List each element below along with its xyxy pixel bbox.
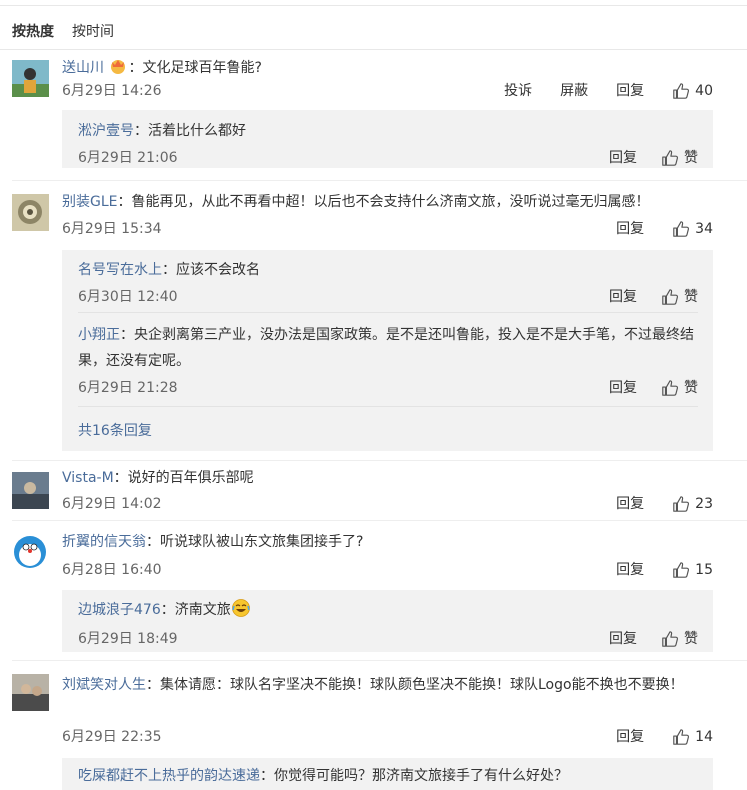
reply-box: 淞沪壹号：活着比什么都好 6月29日 21:06 回复 赞 <box>62 110 713 168</box>
reply-item: 小翔正：央企剥离第三产业，没办法是国家政策。是不是还叫鲁能，投入是不是大手笔，不… <box>78 327 698 396</box>
username[interactable]: 刘斌笑对人生 <box>62 677 146 693</box>
username[interactable]: 送山川 <box>62 60 104 76</box>
username[interactable]: 折翼的信天翁 <box>62 534 146 550</box>
like-button[interactable]: 40 <box>672 81 713 101</box>
comment-time: 6月29日 14:02 <box>62 496 162 512</box>
reply-divider <box>78 312 698 313</box>
reply-button[interactable]: 回复 <box>616 560 644 580</box>
like-button[interactable]: 赞 <box>661 148 698 168</box>
thumbs-up-icon <box>673 729 690 745</box>
thumbs-up-icon <box>662 380 679 396</box>
like-button[interactable]: 赞 <box>661 629 698 649</box>
comment-text: 别装GLE：鲁能再见，从此不再看中超！以后也不会支持什么济南文旅，没听说过毫无归… <box>62 194 650 210</box>
reply-username[interactable]: 名号写在水上 <box>78 262 162 278</box>
comment-text: 折翼的信天翁：听说球队被山东文旅集团接手了? <box>62 534 364 550</box>
like-count: 14 <box>695 729 713 745</box>
laughing-emoji-icon <box>231 599 251 618</box>
username[interactable]: Vista-M <box>62 470 114 486</box>
reply-time: 6月30日 12:40 <box>78 289 178 305</box>
reply-username[interactable]: 淞沪壹号 <box>78 123 134 139</box>
comment-time: 6月29日 22:35 <box>62 729 162 745</box>
reply-time: 6月29日 21:28 <box>78 380 178 396</box>
reply-button[interactable]: 回复 <box>616 81 644 101</box>
reply-time: 6月29日 21:06 <box>78 150 178 166</box>
avatar[interactable] <box>12 674 49 711</box>
reply-time: 6月29日 18:49 <box>78 631 178 647</box>
like-button[interactable]: 14 <box>672 727 713 747</box>
reply-divider <box>78 406 698 407</box>
reply-button[interactable]: 回复 <box>609 629 637 649</box>
reply-button[interactable]: 回复 <box>609 148 637 168</box>
reply-item: 名号写在水上：应该不会改名 6月30日 12:40 回复 赞 <box>78 262 698 305</box>
comment-divider <box>12 180 747 181</box>
like-button[interactable]: 23 <box>672 494 713 514</box>
comment-text: Vista-M：说好的百年俱乐部呢 <box>62 470 254 486</box>
comment-time: 6月29日 14:26 <box>62 83 162 99</box>
reply-box: 名号写在水上：应该不会改名 6月30日 12:40 回复 赞 小翔正：央企剥离第… <box>62 250 713 451</box>
like-count: 23 <box>695 496 713 512</box>
more-replies-link[interactable]: 共16条回复 <box>78 421 152 441</box>
reply-item: 吃屎都赶不上热乎的韵达速递：你觉得可能吗？那济南文旅接手了有什么好处？ <box>78 768 568 784</box>
thumbs-up-icon <box>662 289 679 305</box>
like-count: 15 <box>695 562 713 578</box>
comment-text: 刘斌笑对人生：集体请愿：球队名字坚决不能换！球队颜色坚决不能换！球队Logo能不… <box>62 677 684 693</box>
reply-username[interactable]: 小翔正 <box>78 327 120 343</box>
reply-button[interactable]: 回复 <box>609 287 637 307</box>
reply-username[interactable]: 边城浪子476 <box>78 602 161 618</box>
reply-username[interactable]: 吃屎都赶不上热乎的韵达速递 <box>78 768 260 784</box>
like-count: 40 <box>695 83 713 99</box>
comment-divider <box>12 460 747 461</box>
reply-button[interactable]: 回复 <box>609 378 637 398</box>
thumbs-up-icon <box>673 496 690 512</box>
block-button[interactable]: 屏蔽 <box>560 81 588 101</box>
like-button[interactable]: 34 <box>672 219 713 239</box>
comment-divider <box>12 520 747 521</box>
avatar[interactable] <box>12 194 49 231</box>
vip-badge-icon <box>108 60 128 76</box>
reply-box: 吃屎都赶不上热乎的韵达速递：你觉得可能吗？那济南文旅接手了有什么好处？ <box>62 758 713 790</box>
thumbs-up-icon <box>673 221 690 237</box>
sort-tabs: 按热度 按时间 <box>12 22 114 42</box>
reply-item: 边城浪子476：济南文旅 6月29日 18:49 回复 赞 <box>78 597 698 647</box>
sort-by-hot-tab[interactable]: 按热度 <box>12 22 54 42</box>
comment-divider <box>12 660 747 661</box>
reply-button[interactable]: 回复 <box>616 727 644 747</box>
thumbs-up-icon <box>662 631 679 647</box>
report-button[interactable]: 投诉 <box>504 81 532 101</box>
reply-box: 边城浪子476：济南文旅 6月29日 18:49 回复 赞 <box>62 590 713 652</box>
thumbs-up-icon <box>662 150 679 166</box>
like-count: 34 <box>695 221 713 237</box>
avatar[interactable] <box>12 60 49 97</box>
comment-time: 6月28日 16:40 <box>62 562 162 578</box>
reply-item: 淞沪壹号：活着比什么都好 6月29日 21:06 回复 赞 <box>78 123 698 166</box>
username[interactable]: 别装GLE <box>62 194 118 210</box>
like-button[interactable]: 15 <box>672 560 713 580</box>
like-button[interactable]: 赞 <box>661 378 698 398</box>
thumbs-up-icon <box>673 562 690 578</box>
avatar[interactable] <box>12 534 49 571</box>
sort-by-time-tab[interactable]: 按时间 <box>72 22 114 42</box>
top-divider <box>0 5 747 6</box>
comment-time: 6月29日 15:34 <box>62 221 162 237</box>
comment-text: 送山川 ：文化足球百年鲁能? <box>62 60 262 76</box>
sort-divider <box>0 49 747 50</box>
reply-button[interactable]: 回复 <box>616 219 644 239</box>
reply-button[interactable]: 回复 <box>616 494 644 514</box>
like-button[interactable]: 赞 <box>661 287 698 307</box>
thumbs-up-icon <box>673 83 690 99</box>
avatar[interactable] <box>12 472 49 509</box>
